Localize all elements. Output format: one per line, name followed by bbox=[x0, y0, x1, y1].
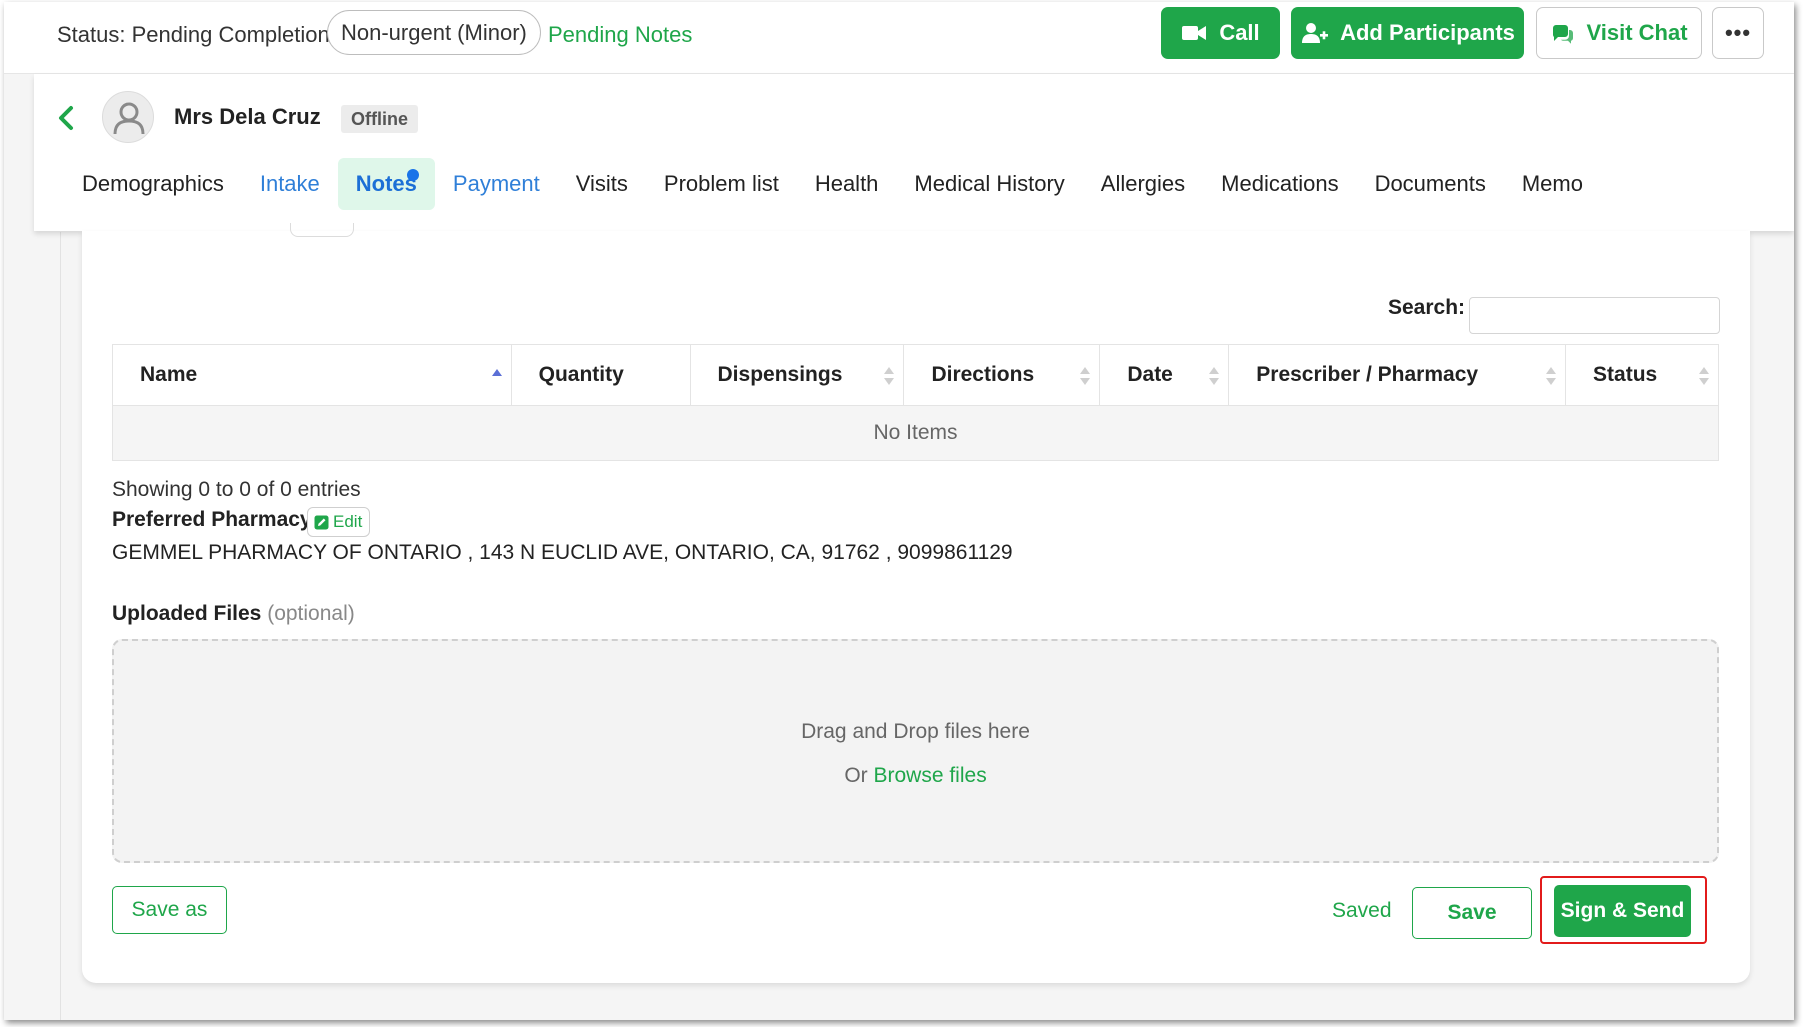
column-header-label: Dispensings bbox=[717, 363, 843, 386]
call-button-label: Call bbox=[1219, 20, 1260, 45]
uploaded-files-label: Uploaded Files bbox=[112, 602, 262, 625]
tab-label: Health bbox=[814, 171, 879, 196]
patient-avatar bbox=[102, 91, 154, 143]
user-silhouette-icon bbox=[113, 102, 145, 135]
tab-demographics[interactable]: Demographics bbox=[64, 158, 242, 210]
file-dropzone[interactable]: Drag and Drop files here Or Browse files bbox=[112, 639, 1719, 863]
tab-memo[interactable]: Memo bbox=[1504, 158, 1601, 210]
preferred-pharmacy-label: Preferred Pharmacy bbox=[112, 508, 312, 531]
sort-icon bbox=[884, 367, 895, 385]
add-user-icon bbox=[1302, 23, 1329, 43]
video-camera-icon bbox=[1182, 26, 1207, 40]
app-window: Status: Pending Completion Non-urgent (M… bbox=[4, 2, 1794, 1020]
more-options-icon: ••• bbox=[1724, 20, 1752, 45]
tab-problem-list[interactable]: Problem list bbox=[646, 158, 797, 210]
table-header-row: Name Quantity Dispensings Directions Dat… bbox=[112, 344, 1719, 406]
tab-intake[interactable]: Intake bbox=[242, 158, 338, 210]
call-button[interactable]: Call bbox=[1161, 7, 1280, 59]
dropzone-text: Drag and Drop files here bbox=[801, 720, 1030, 743]
left-gutter-divider bbox=[60, 232, 61, 1020]
table-row-empty: No Items bbox=[112, 405, 1719, 461]
tab-label: Allergies bbox=[1100, 171, 1186, 196]
visit-top-bar: Status: Pending Completion Non-urgent (M… bbox=[4, 2, 1794, 74]
browse-line: Or Browse files bbox=[114, 764, 1717, 788]
sort-icon bbox=[1546, 367, 1557, 385]
tab-label: Problem list bbox=[663, 171, 779, 196]
urgency-pill[interactable]: Non-urgent (Minor) bbox=[327, 10, 541, 55]
column-header-directions[interactable]: Directions bbox=[903, 344, 1101, 406]
partially-hidden-control bbox=[290, 223, 354, 237]
save-button[interactable]: Save bbox=[1412, 887, 1532, 939]
add-participants-label: Add Participants bbox=[1340, 20, 1515, 45]
column-header-label: Name bbox=[140, 363, 198, 386]
tab-medications[interactable]: Medications bbox=[1203, 158, 1356, 210]
search-label: Search: bbox=[1388, 296, 1466, 319]
column-header-label: Directions bbox=[931, 363, 1035, 386]
visit-chat-button[interactable]: Visit Chat bbox=[1536, 7, 1702, 59]
edit-pharmacy-button[interactable]: Edit bbox=[307, 507, 371, 537]
more-options-button[interactable]: ••• bbox=[1712, 7, 1764, 59]
saved-status-text: Saved bbox=[1332, 899, 1392, 922]
browse-files-link[interactable]: Browse files bbox=[873, 764, 986, 787]
visit-status-text: Status: Pending Completion bbox=[57, 22, 330, 47]
tab-label: Memo bbox=[1521, 171, 1583, 196]
column-header-quantity[interactable]: Quantity bbox=[510, 344, 691, 406]
column-header-date[interactable]: Date bbox=[1099, 344, 1230, 406]
preferred-pharmacy-value: GEMMEL PHARMACY OF ONTARIO , 143 N EUCLI… bbox=[112, 541, 1013, 564]
edit-icon bbox=[314, 515, 329, 529]
visit-chat-label: Visit Chat bbox=[1586, 20, 1688, 45]
tab-label: Visits bbox=[575, 171, 628, 196]
chat-bubbles-icon bbox=[1553, 25, 1574, 44]
column-header-status[interactable]: Status bbox=[1565, 344, 1719, 406]
pending-notes-link[interactable]: Pending Notes bbox=[548, 22, 692, 48]
empty-table-message: No Items bbox=[112, 405, 1719, 461]
tab-payment[interactable]: Payment bbox=[435, 158, 558, 210]
sign-and-send-button[interactable]: Sign & Send bbox=[1554, 885, 1691, 937]
column-header-dispensings[interactable]: Dispensings bbox=[689, 344, 905, 406]
back-chevron-icon[interactable] bbox=[56, 105, 76, 131]
notification-dot bbox=[406, 169, 419, 181]
tab-medical-history[interactable]: Medical History bbox=[896, 158, 1082, 210]
uploaded-files-heading: Uploaded Files (optional) bbox=[112, 602, 355, 626]
sort-icon bbox=[1699, 367, 1709, 385]
tab-label: Medical History bbox=[914, 171, 1065, 196]
browse-prefix: Or bbox=[844, 764, 874, 787]
sort-icon bbox=[1080, 367, 1091, 385]
patient-status-badge: Offline bbox=[341, 105, 418, 133]
tab-documents[interactable]: Documents bbox=[1357, 158, 1504, 210]
add-participants-button[interactable]: Add Participants bbox=[1291, 7, 1524, 59]
screenshot-frame: Status: Pending Completion Non-urgent (M… bbox=[0, 0, 1803, 1027]
tab-notes[interactable]: Notes bbox=[337, 158, 435, 210]
edit-pharmacy-label: Edit bbox=[333, 512, 363, 531]
tab-visits[interactable]: Visits bbox=[558, 158, 646, 210]
patient-name: Mrs Dela Cruz bbox=[174, 104, 321, 129]
tab-allergies[interactable]: Allergies bbox=[1083, 158, 1203, 210]
table-entries-info: Showing 0 to 0 of 0 entries bbox=[112, 478, 361, 501]
column-header-label: Quantity bbox=[538, 363, 624, 386]
tab-label: Payment bbox=[452, 171, 540, 196]
column-header-name[interactable]: Name bbox=[112, 344, 512, 406]
sort-icon bbox=[1209, 367, 1220, 385]
tab-label: Medications bbox=[1221, 171, 1339, 196]
column-header-prescriber-pharmacy[interactable]: Prescriber / Pharmacy bbox=[1228, 344, 1567, 406]
tab-label: Demographics bbox=[82, 171, 224, 196]
column-header-label: Prescriber / Pharmacy bbox=[1256, 363, 1479, 386]
note-card: Search: Name Quantity Dispensings Direct… bbox=[82, 223, 1750, 983]
uploaded-files-optional: (optional) bbox=[267, 602, 355, 625]
patient-header: Mrs Dela Cruz Offline Demographics Intak… bbox=[34, 74, 1794, 231]
search-input[interactable] bbox=[1469, 297, 1720, 334]
tab-label: Documents bbox=[1374, 171, 1486, 196]
medications-table: Name Quantity Dispensings Directions Dat… bbox=[112, 344, 1719, 461]
tab-health[interactable]: Health bbox=[797, 158, 897, 210]
sort-asc-icon bbox=[491, 369, 502, 376]
column-header-label: Date bbox=[1127, 363, 1173, 386]
save-as-button[interactable]: Save as bbox=[112, 886, 227, 934]
tab-label: Intake bbox=[259, 171, 320, 196]
column-header-label: Status bbox=[1593, 363, 1658, 386]
patient-tabs: Demographics Intake Notes Payment Visits… bbox=[64, 158, 1601, 210]
